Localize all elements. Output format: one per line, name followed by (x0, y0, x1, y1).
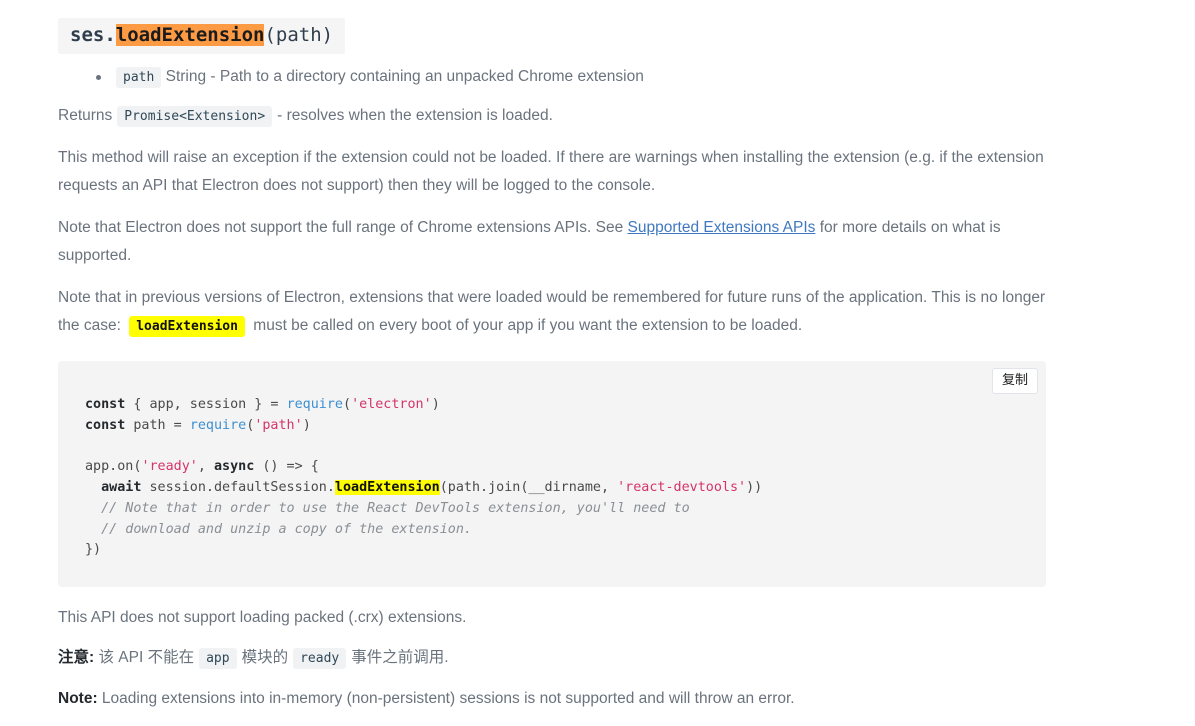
paragraph-persistence-note: Note that in previous versions of Electr… (58, 284, 1048, 341)
api-object-prefix: ses. (70, 24, 116, 46)
code-token: () => { (254, 459, 319, 475)
bullet-icon (96, 74, 101, 80)
code-token: session.defaultSession. (141, 479, 335, 495)
param-name-code: path (116, 66, 162, 88)
parameter-list: path String - Path to a directory contai… (58, 66, 1048, 89)
memory-note-text: Loading extensions into in-memory (non-p… (101, 690, 795, 708)
chinese-note-part2: 模块的 (241, 649, 289, 667)
code-token: await (101, 479, 142, 495)
chinese-note-code-ready: ready (293, 648, 347, 670)
returns-line: Returns Promise<Extension> - resolves when… (58, 103, 1048, 130)
chinese-note-part3: 事件之前调用. (351, 649, 449, 667)
returns-type-code: Promise<Extension> (117, 105, 273, 127)
code-token: async (214, 459, 255, 475)
memory-session-note: Note: Loading extensions into in-memory … (58, 686, 1048, 712)
code-token: 'electron' (351, 396, 432, 412)
supported-extensions-apis-link[interactable]: Supported Extensions APIs (628, 219, 816, 236)
code-token: ( (343, 396, 352, 412)
doc-content: ses.loadExtension(path) path String - Pa… (58, 18, 1048, 726)
copy-code-button[interactable]: 复制 (991, 367, 1038, 394)
persistence-text-after: must be called on every boot of your app… (253, 316, 803, 334)
code-token: ) (431, 396, 440, 412)
supported-apis-text-before: Note that Electron does not support the … (58, 218, 624, 236)
code-token: // Note that in order to use the React D… (85, 500, 690, 516)
chinese-note-code-app: app (199, 648, 237, 670)
chinese-note: 注意: 该 API 不能在 app 模块的 ready 事件之前调用. (58, 645, 1048, 672)
code-token: )) (746, 479, 763, 495)
code-token: // download and unzip a copy of the exte… (85, 521, 472, 537)
persistence-code-highlight: loadExtension (129, 315, 245, 337)
documentation-page: ses.loadExtension(path) path String - Pa… (0, 0, 1195, 707)
code-token: (path.join(__dirname, (439, 479, 618, 495)
crx-note: This API does not support loading packed… (58, 609, 467, 627)
returns-label: Returns (58, 106, 113, 124)
code-token: require (286, 396, 343, 412)
code-token: path = (125, 417, 190, 433)
memory-note-label: Note: (58, 690, 98, 708)
code-token: app.on( (85, 459, 142, 475)
code-content: const { app, session } = require('electr… (58, 395, 1046, 561)
list-item: path String - Path to a directory contai… (58, 66, 1048, 89)
code-token: const (85, 417, 126, 433)
chinese-note-part1: 该 API 不能在 (98, 649, 195, 667)
param-description: String - Path to a directory containing … (165, 67, 644, 85)
paragraph-supported-apis: Note that Electron does not support the … (58, 214, 1048, 270)
api-arguments: (path) (264, 24, 334, 46)
code-token: const (85, 396, 126, 412)
code-token: , (197, 459, 214, 475)
code-token: ) (302, 417, 311, 433)
code-token: 'path' (254, 417, 303, 433)
returns-description: - resolves when the extension is loaded. (277, 106, 553, 124)
code-token: require (189, 417, 247, 433)
code-token: 'react-devtools' (617, 479, 747, 495)
code-token: 'ready' (141, 459, 198, 475)
code-token: { app, session } = (125, 396, 287, 412)
chinese-note-label: 注意: (58, 649, 95, 667)
code-token: loadExtension (334, 479, 440, 495)
api-signature-heading: ses.loadExtension(path) (58, 18, 346, 54)
code-block: 复制 const { app, session } = require('ele… (58, 360, 1046, 588)
code-token: }) (85, 542, 102, 558)
paragraph-exception-note: This method will raise an exception if t… (58, 148, 1044, 194)
api-method-name-highlight: loadExtension (115, 24, 265, 46)
